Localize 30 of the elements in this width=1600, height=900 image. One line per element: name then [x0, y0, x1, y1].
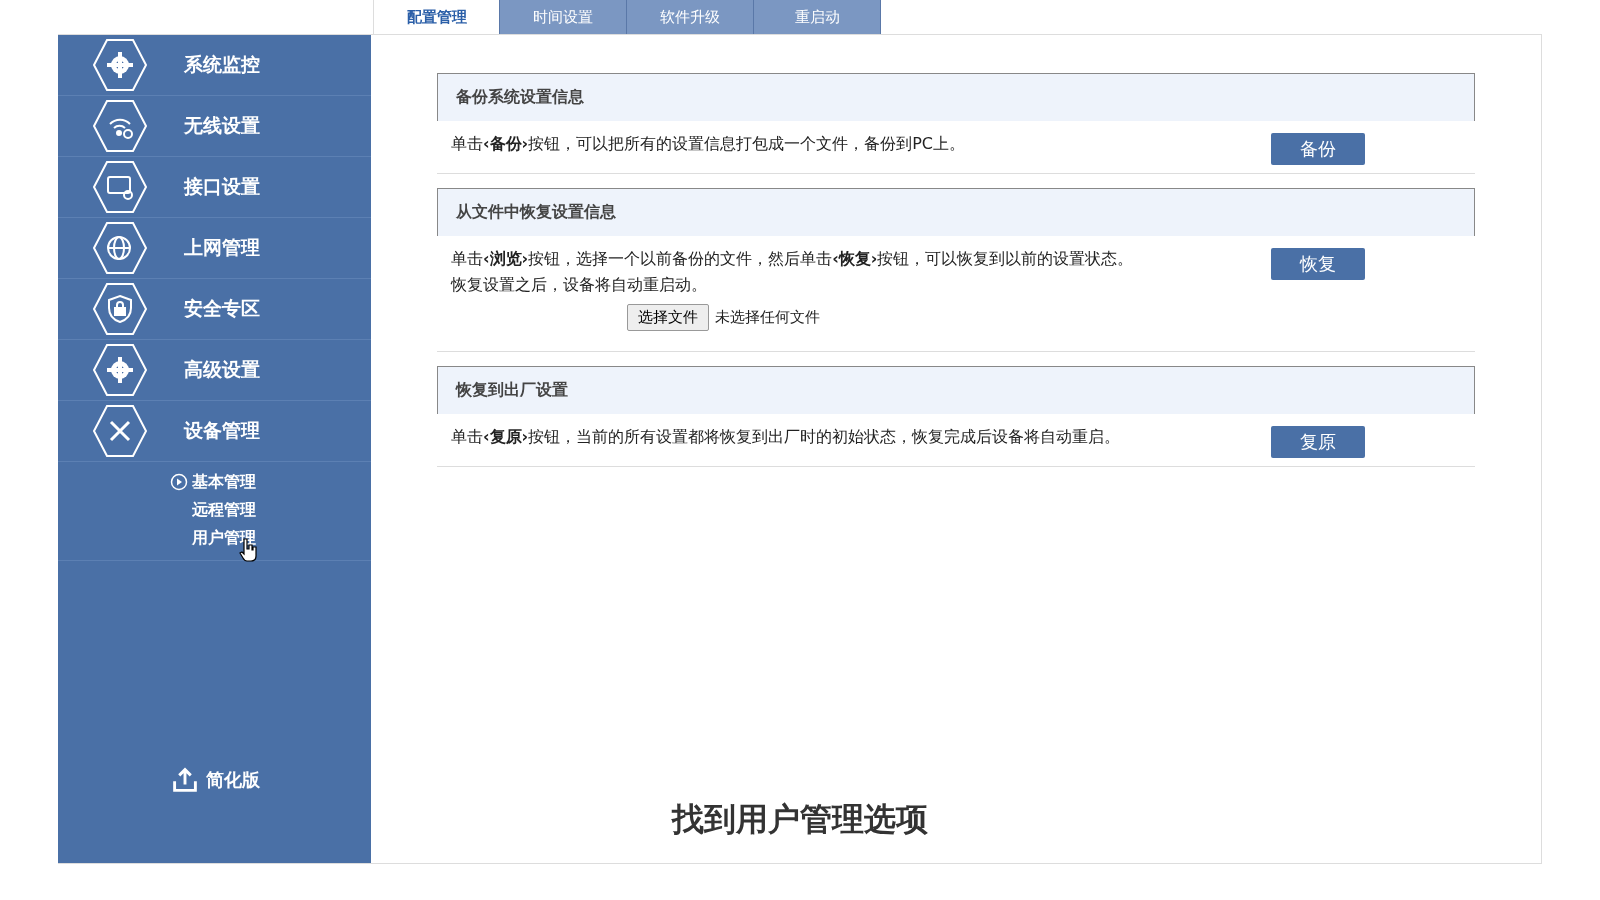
- sidebar-item[interactable]: 上网管理: [58, 218, 371, 279]
- subtitle-caption: 找到用户管理选项: [670, 799, 929, 840]
- wifi-icon: [92, 98, 148, 154]
- description: 单击‹备份›按钮，可以把所有的设置信息打包成一个文件，备份到PC上。: [451, 133, 966, 155]
- sidebar-item[interactable]: 系统监控: [58, 35, 371, 96]
- submenu-item[interactable]: 远程管理: [170, 496, 371, 524]
- sidebar-item[interactable]: 接口设置: [58, 157, 371, 218]
- section-title: 恢复到出厂设置: [456, 380, 568, 401]
- tab[interactable]: 软件升级: [627, 0, 754, 34]
- sidebar-item[interactable]: 高级设置: [58, 340, 371, 401]
- tab[interactable]: 重启动: [754, 0, 881, 34]
- sidebar-item[interactable]: 设备管理: [58, 401, 371, 462]
- sidebar-item[interactable]: 无线设置: [58, 96, 371, 157]
- choose-file-button[interactable]: 选择文件: [627, 304, 709, 331]
- action-button[interactable]: 恢复: [1271, 248, 1365, 280]
- description: 单击‹复原›按钮，当前的所有设置都将恢复到出厂时的初始状态，恢复完成后设备将自动重启。: [451, 426, 1122, 448]
- globe-icon: [92, 220, 148, 276]
- tab[interactable]: 配置管理: [373, 0, 500, 34]
- description: 单击‹浏览›按钮，选择一个以前备份的文件，然后单击‹恢复›按钮，可以恢复到以前的设置状态。恢复设置之后，设备将自动重启动。: [451, 248, 1135, 296]
- section-title: 从文件中恢复设置信息: [456, 202, 616, 223]
- submenu-item[interactable]: 基本管理: [170, 468, 371, 496]
- monitor-icon: [92, 159, 148, 215]
- tab[interactable]: 时间设置: [500, 0, 627, 34]
- section-title: 备份系统设置信息: [456, 87, 584, 108]
- simple-version-link[interactable]: 简化版: [205, 768, 260, 792]
- action-button[interactable]: 备份: [1271, 133, 1365, 165]
- lock-icon: [92, 281, 148, 337]
- sidebar-item[interactable]: 安全专区: [58, 279, 371, 340]
- file-status: 未选择任何文件: [715, 308, 820, 327]
- action-button[interactable]: 复原: [1271, 426, 1365, 458]
